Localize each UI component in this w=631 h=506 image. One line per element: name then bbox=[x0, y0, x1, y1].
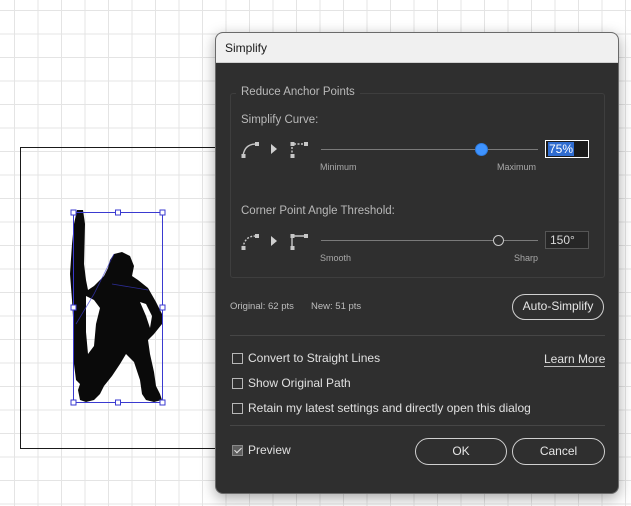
retain-settings-checkbox[interactable] bbox=[232, 403, 243, 414]
corner-sharp-icon bbox=[290, 234, 308, 250]
simplify-curve-track[interactable] bbox=[321, 149, 538, 150]
simplify-curve-min-label: Minimum bbox=[320, 162, 357, 172]
silhouette-figure[interactable] bbox=[64, 204, 174, 410]
corner-threshold-max-label: Sharp bbox=[514, 253, 539, 263]
preview-label[interactable]: Preview bbox=[248, 443, 291, 457]
arrow-right-icon bbox=[271, 144, 277, 154]
simplify-curve-thumb[interactable] bbox=[475, 143, 488, 156]
simplify-curve-value: 75% bbox=[548, 142, 575, 156]
show-original-path-checkbox[interactable] bbox=[232, 378, 243, 389]
section-title: Reduce Anchor Points bbox=[236, 86, 360, 98]
preview-checkbox[interactable] bbox=[232, 445, 243, 456]
dialog-titlebar[interactable]: Simplify bbox=[216, 33, 618, 63]
divider bbox=[230, 335, 605, 336]
curve-simplified-icon bbox=[290, 142, 308, 158]
show-original-path-label[interactable]: Show Original Path bbox=[248, 376, 351, 390]
convert-straight-lines-checkbox[interactable] bbox=[232, 353, 243, 364]
curve-smooth-icon bbox=[241, 142, 259, 158]
dialog-title: Simplify bbox=[225, 41, 268, 55]
corner-threshold-track[interactable] bbox=[321, 240, 538, 241]
ok-button[interactable]: OK bbox=[415, 438, 507, 465]
corner-threshold-label: Corner Point Angle Threshold: bbox=[241, 205, 395, 217]
auto-simplify-button[interactable]: Auto-Simplify bbox=[512, 294, 604, 320]
arrow-right-icon bbox=[271, 236, 277, 246]
new-points-count: New: 51 pts bbox=[311, 301, 362, 312]
corner-threshold-value-field[interactable]: 150° bbox=[545, 231, 589, 249]
simplify-curve-value-field[interactable]: 75% bbox=[545, 140, 589, 158]
corner-smooth-icon bbox=[241, 234, 259, 250]
convert-straight-lines-label[interactable]: Convert to Straight Lines bbox=[248, 351, 380, 365]
corner-threshold-min-label: Smooth bbox=[320, 253, 352, 263]
simplify-curve-max-label: Maximum bbox=[497, 162, 537, 172]
corner-threshold-value: 150° bbox=[550, 233, 575, 247]
learn-more-link[interactable]: Learn More bbox=[544, 352, 606, 367]
original-points-count: Original: 62 pts bbox=[230, 301, 294, 312]
corner-threshold-thumb[interactable] bbox=[493, 235, 504, 246]
retain-settings-label[interactable]: Retain my latest settings and directly o… bbox=[248, 401, 531, 415]
divider bbox=[230, 425, 605, 426]
simplify-curve-label: Simplify Curve: bbox=[241, 114, 319, 126]
simplify-dialog: Simplify Reduce Anchor Points Simplify C… bbox=[215, 32, 619, 494]
cancel-button[interactable]: Cancel bbox=[512, 438, 605, 465]
